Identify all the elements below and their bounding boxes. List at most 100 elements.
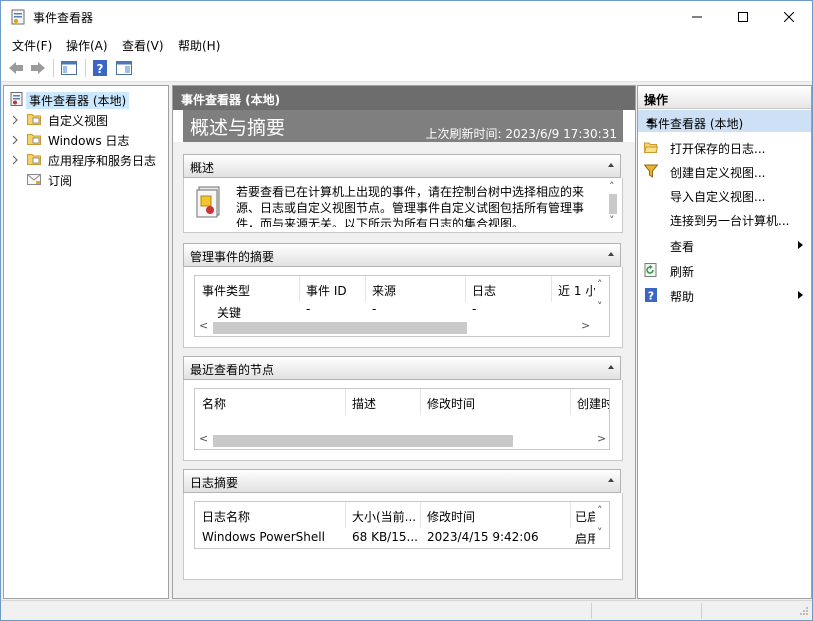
expand-chevron-icon[interactable] <box>11 134 19 145</box>
menu-help[interactable]: 帮助(H) <box>178 37 220 54</box>
overview-section-body: 若要查看已在计算机上出现的事件，请在控制台树中选择相应的来源、日志或自定义视图节… <box>183 178 623 233</box>
column-divider[interactable] <box>345 389 346 415</box>
action-open-saved-log[interactable]: 打开保存的日志... <box>638 136 811 158</box>
actions-header-title: 操作 <box>644 93 669 107</box>
recent-nodes-section-header[interactable]: 最近查看的节点 <box>183 356 621 380</box>
action-view[interactable]: 查看 <box>638 234 811 256</box>
column-header[interactable]: 大小(当前... <box>352 508 416 525</box>
collapse-arrow-icon[interactable] <box>608 478 614 482</box>
column-header[interactable]: 近 1 小 <box>558 282 597 299</box>
scroll-thumb[interactable] <box>213 322 467 334</box>
recent-nodes-section: 最近查看的节点 名称 描述 修改时间 创建时 < > <box>183 356 623 461</box>
column-divider[interactable] <box>299 276 300 302</box>
expand-chevron-icon[interactable] <box>11 154 19 165</box>
column-divider[interactable] <box>420 389 421 415</box>
actions-section-header[interactable]: 事件查看器 (本地) <box>638 110 811 132</box>
scroll-up-icon[interactable]: ˄ <box>609 180 615 193</box>
minimize-icon <box>692 16 702 18</box>
action-create-custom-view[interactable]: 创建自定义视图... <box>638 160 811 182</box>
column-header[interactable]: 修改时间 <box>427 395 475 412</box>
forward-button[interactable] <box>29 59 47 77</box>
scroll-up-icon[interactable]: ˄ <box>597 278 603 291</box>
column-header[interactable]: 已启 <box>575 508 595 525</box>
svg-text:?: ? <box>648 290 654 303</box>
menu-bar: 文件(F) 操作(A) 查看(V) 帮助(H) <box>1 33 812 55</box>
column-header[interactable]: 来源 <box>372 282 396 299</box>
tree-item-subscriptions[interactable]: 订阅 <box>4 170 168 188</box>
folder-icon <box>27 152 41 166</box>
tree-item-label: 应用程序和服务日志 <box>48 154 157 168</box>
menu-file[interactable]: 文件(F) <box>12 37 52 54</box>
row-cell: 2023/4/15 9:42:06 <box>427 530 539 544</box>
action-help[interactable]: ? 帮助 <box>638 284 811 306</box>
column-divider[interactable] <box>570 389 571 415</box>
scroll-left-icon[interactable]: < <box>199 319 208 332</box>
admin-summary-hscroll[interactable]: < > <box>195 318 609 334</box>
admin-summary-section-header[interactable]: 管理事件的摘要 <box>183 243 621 267</box>
collapse-arrow-icon[interactable] <box>608 252 614 256</box>
tree-item-app-service-logs[interactable]: 应用程序和服务日志 <box>4 150 168 168</box>
tree-item-windows-logs[interactable]: Windows 日志 <box>4 130 168 148</box>
scroll-down-icon[interactable]: ˅ <box>597 300 603 313</box>
row-cell: Windows PowerShell <box>202 530 325 544</box>
console-tree-button[interactable] <box>60 59 78 77</box>
overview-section-header[interactable]: 概述 <box>183 154 621 178</box>
tree-item-custom-views[interactable]: 自定义视图 <box>4 110 168 128</box>
tree-item-event-viewer-local[interactable]: 事件查看器 (本地) <box>4 90 168 109</box>
overview-scrollbar[interactable]: ˄ ˅ <box>606 180 620 230</box>
collapse-arrow-icon[interactable] <box>608 365 614 369</box>
action-label: 打开保存的日志... <box>670 142 766 156</box>
resize-grip-icon[interactable] <box>799 605 809 619</box>
scroll-thumb[interactable] <box>213 435 513 447</box>
scroll-right-icon[interactable]: > <box>597 432 606 445</box>
column-divider[interactable] <box>345 502 346 528</box>
table-row[interactable]: Windows PowerShell 68 KB/15... 2023/4/15… <box>195 530 595 544</box>
column-divider[interactable] <box>570 502 571 528</box>
admin-summary-vscroll[interactable]: ˄ ˅ <box>595 276 609 320</box>
forward-arrow-icon <box>31 62 45 74</box>
folder-icon <box>27 112 41 126</box>
close-button[interactable] <box>766 1 812 33</box>
table-row[interactable]: 关键 - - - <box>195 304 595 318</box>
log-summary-vscroll[interactable]: ˄ ˅ <box>595 502 609 546</box>
column-divider[interactable] <box>420 502 421 528</box>
minimize-button[interactable] <box>674 1 720 33</box>
menu-view[interactable]: 查看(V) <box>122 37 164 54</box>
help-button[interactable]: ? <box>91 59 109 77</box>
column-header[interactable]: 事件 ID <box>306 282 347 299</box>
action-refresh[interactable]: 刷新 <box>638 259 811 281</box>
scroll-left-icon[interactable]: < <box>199 432 208 445</box>
column-header[interactable]: 日志名称 <box>202 508 250 525</box>
scroll-down-icon[interactable]: ˅ <box>609 214 615 227</box>
column-header[interactable]: 日志 <box>472 282 496 299</box>
column-header[interactable]: 描述 <box>352 395 376 412</box>
column-divider[interactable] <box>465 276 466 302</box>
scroll-thumb[interactable] <box>609 194 617 214</box>
properties-pane-button[interactable] <box>115 59 133 77</box>
expand-chevron-icon[interactable] <box>11 114 19 125</box>
row-cell: 68 KB/15... <box>352 530 418 544</box>
column-divider[interactable] <box>551 276 552 302</box>
column-header[interactable]: 事件类型 <box>202 282 250 299</box>
scroll-up-icon[interactable]: ˄ <box>597 504 603 517</box>
menu-action[interactable]: 操作(A) <box>66 37 108 54</box>
column-divider[interactable] <box>365 276 366 302</box>
action-import-custom-view[interactable]: 导入自定义视图... <box>638 184 811 206</box>
collapse-arrow-icon[interactable] <box>608 163 614 167</box>
maximize-button[interactable] <box>720 1 766 33</box>
collapse-arrow-icon[interactable] <box>646 118 654 123</box>
scroll-down-icon[interactable]: ˅ <box>597 526 603 539</box>
column-header[interactable]: 修改时间 <box>427 508 475 525</box>
log-summary-section-header[interactable]: 日志摘要 <box>183 469 621 493</box>
recent-nodes-hscroll[interactable]: < > <box>195 431 609 447</box>
log-summary-section: 日志摘要 日志名称 大小(当前... 修改时间 已启 Windows Power… <box>183 469 623 580</box>
event-viewer-window: 事件查看器 文件(F) 操作(A) 查看(V) 帮助(H) ? 事件查看器 (本… <box>0 0 813 621</box>
column-header[interactable]: 名称 <box>202 395 226 412</box>
scroll-right-icon[interactable]: > <box>581 319 590 332</box>
column-header[interactable]: 创建时 <box>577 395 609 412</box>
action-connect-computer[interactable]: 连接到另一台计算机... <box>638 208 811 230</box>
filter-icon <box>643 164 659 178</box>
row-cell: 关键 <box>217 306 242 318</box>
overview-section: 概述 若要查看已在计算机上出现的事件，请在控制台树中选择相应的来源、日志或自定义… <box>183 154 623 234</box>
back-button[interactable] <box>7 59 25 77</box>
